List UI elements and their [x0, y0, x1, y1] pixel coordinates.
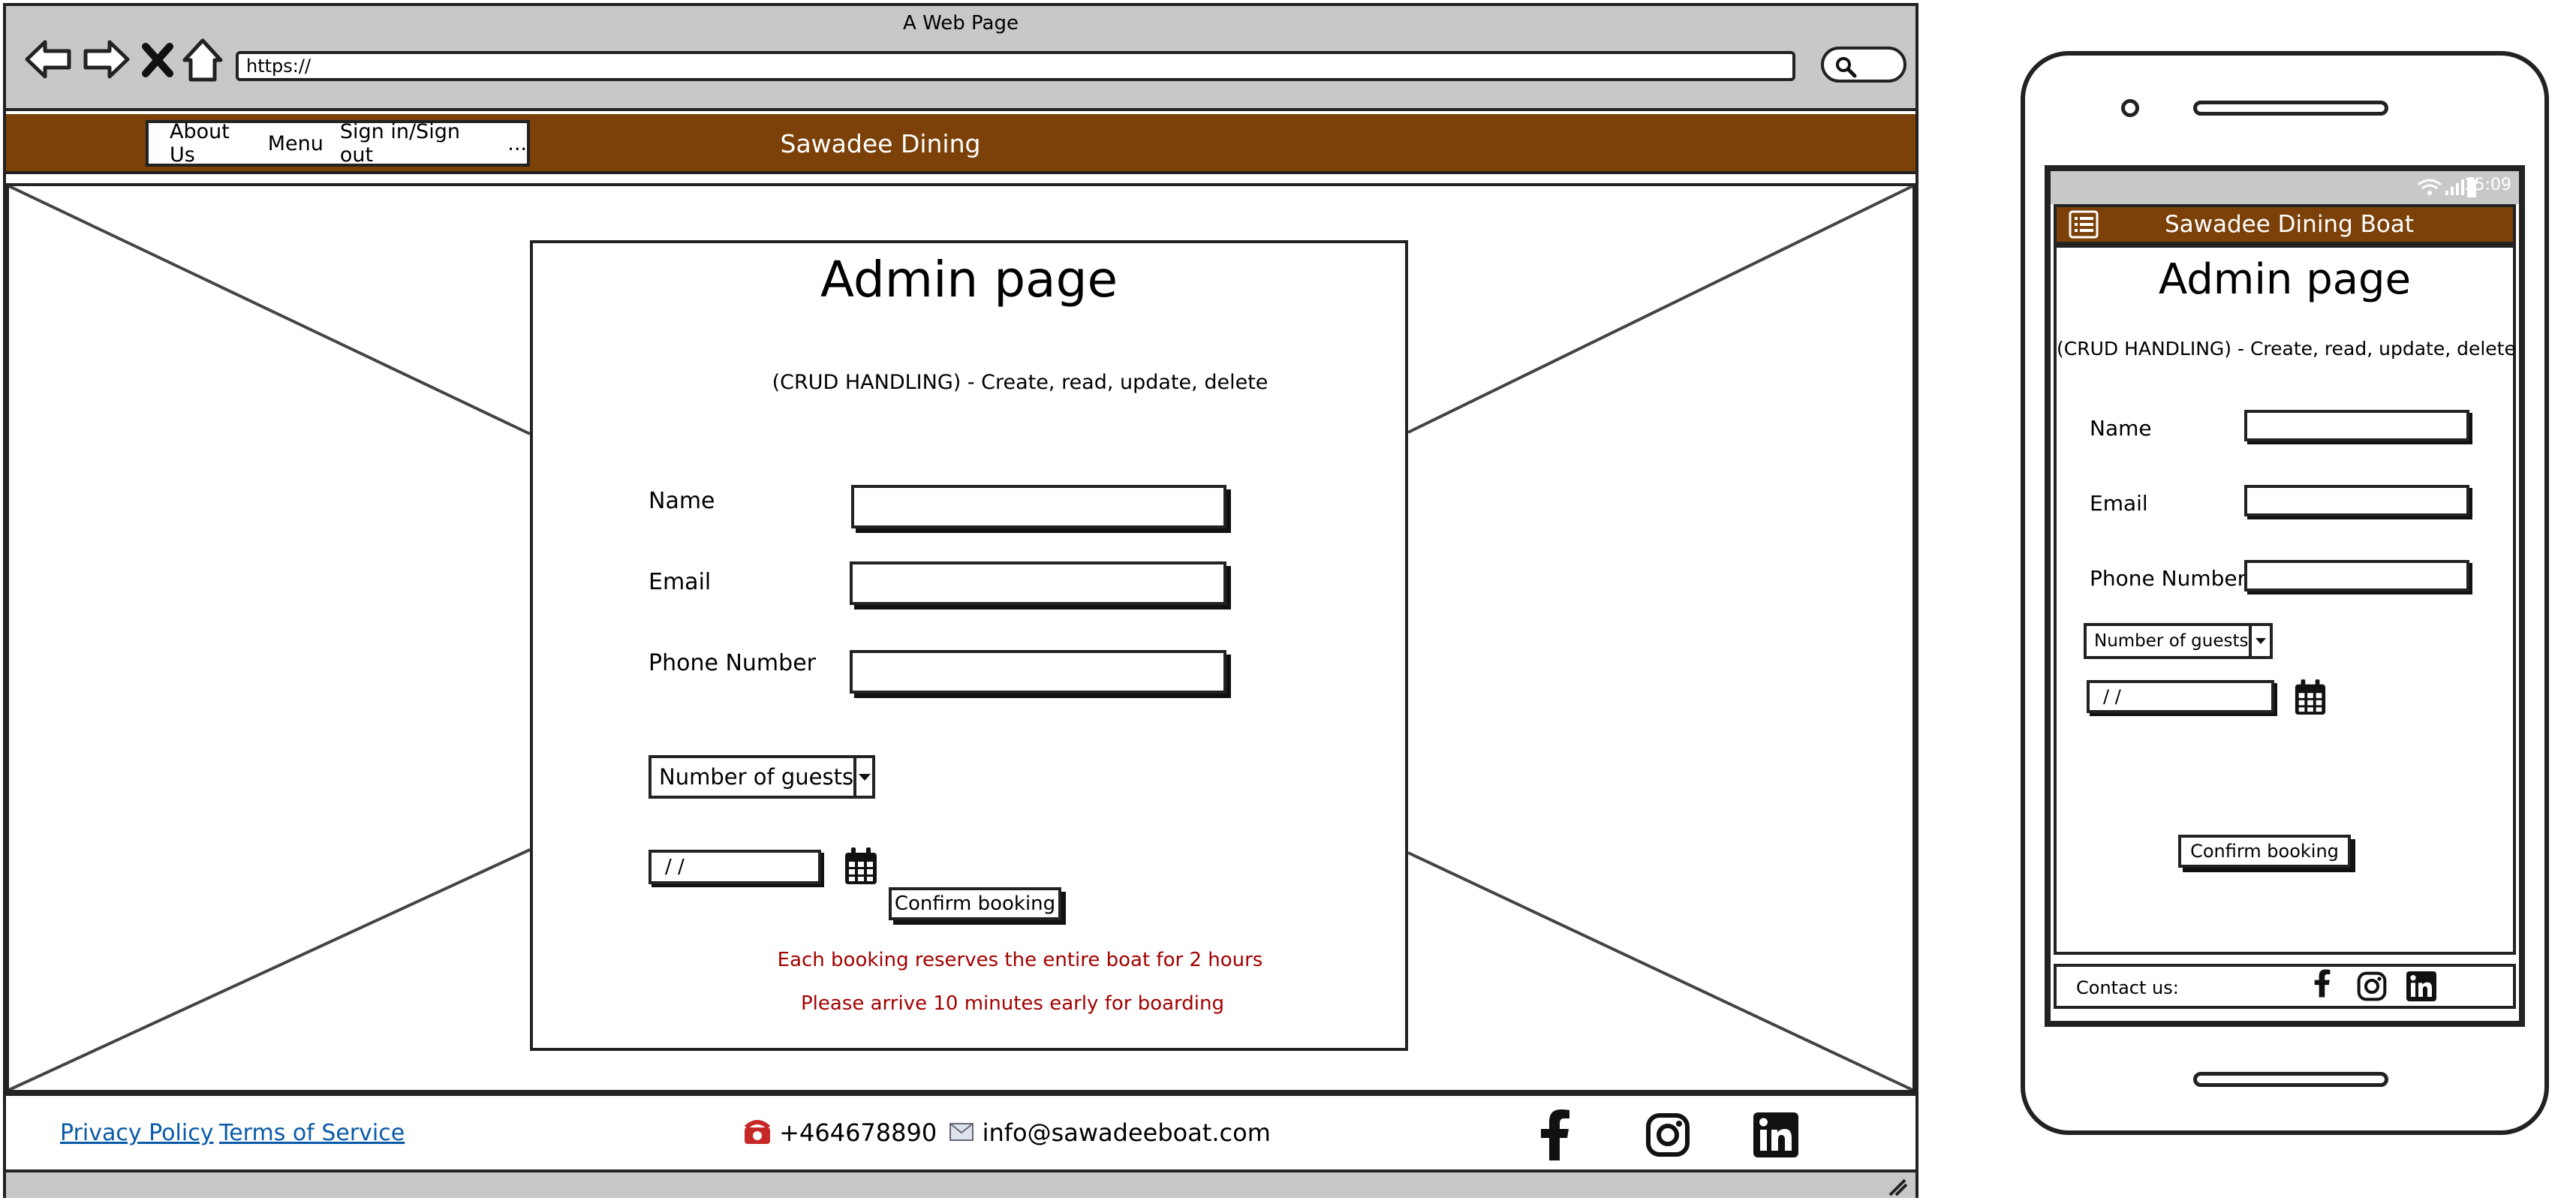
- terms-of-service-link[interactable]: Terms of Service: [219, 1120, 405, 1146]
- mobile-contact-label: Contact us:: [2076, 977, 2179, 998]
- chevron-down-icon: [853, 758, 872, 796]
- phone-speaker: [2193, 101, 2388, 116]
- back-arrow-icon[interactable]: [23, 33, 75, 86]
- mobile-date-field[interactable]: / /: [2087, 680, 2274, 713]
- nav-item-more[interactable]: ...: [507, 132, 527, 155]
- instagram-icon[interactable]: [2357, 971, 2387, 1004]
- footer-contact: +464678890 info@sawadeeboat.com: [743, 1117, 1314, 1151]
- mobile-page-title: Admin page: [2158, 255, 2412, 304]
- confirm-booking-button[interactable]: Confirm booking: [889, 887, 1061, 920]
- mobile-name-field[interactable]: [2244, 410, 2469, 441]
- guests-select-value: Number of guests: [659, 764, 854, 790]
- mobile-guests-select[interactable]: Number of guests: [2084, 623, 2273, 659]
- facebook-icon[interactable]: [2313, 968, 2331, 1001]
- mobile-navbar: Sawadee Dining Boat: [2054, 204, 2516, 245]
- site-navbar: About Us Menu Sign in/Sign out ... Sawad…: [6, 114, 1915, 218]
- nav-menu: About Us Menu Sign in/Sign out ...: [146, 120, 530, 167]
- admin-form-card: Admin page (CRUD HANDLING) - Create, rea…: [530, 240, 1408, 1051]
- nav-item-menu[interactable]: Menu: [268, 132, 324, 155]
- mobile-site-brand[interactable]: Sawadee Dining Boat: [2147, 207, 2432, 242]
- mobile-status-bar: 15:09: [2051, 171, 2519, 204]
- calendar-icon[interactable]: [844, 847, 878, 889]
- browser-statusbar: [6, 1169, 1915, 1198]
- email-field[interactable]: [850, 561, 1226, 605]
- home-icon[interactable]: [179, 33, 231, 86]
- phone-number-label: Phone Number: [649, 650, 816, 676]
- browser-search-button[interactable]: [1821, 47, 1906, 83]
- mobile-email-label: Email: [2090, 491, 2148, 516]
- chevron-down-icon: [2248, 626, 2271, 656]
- search-icon: [1836, 57, 1857, 78]
- booking-note-arrival: Please arrive 10 minutes early for board…: [800, 992, 1224, 1015]
- mobile-phone-number-field[interactable]: [2244, 560, 2469, 591]
- privacy-policy-link[interactable]: Privacy Policy: [60, 1120, 213, 1146]
- telephone-icon: [743, 1117, 772, 1151]
- mobile-footer: Contact us:: [2054, 964, 2516, 1009]
- mobile-email-field[interactable]: [2244, 485, 2469, 516]
- mobile-name-label: Name: [2090, 416, 2152, 441]
- nav-item-sign-in-out[interactable]: Sign in/Sign out: [340, 120, 482, 167]
- instagram-icon[interactable]: [1645, 1112, 1690, 1160]
- nav-item-about-us[interactable]: About Us: [170, 120, 251, 167]
- site-brand[interactable]: Sawadee Dining Boat: [757, 114, 1004, 218]
- browser-titlebar: A Web Page https://: [6, 6, 1915, 111]
- site-footer: Privacy Policy Terms of Service +4646788…: [6, 1093, 1915, 1169]
- email-icon: [949, 1120, 974, 1148]
- footer-phone[interactable]: +464678890: [779, 1118, 937, 1147]
- linkedin-icon[interactable]: [2406, 971, 2436, 1004]
- phone-home-button[interactable]: [2193, 1072, 2388, 1087]
- forward-arrow-icon[interactable]: [80, 33, 132, 86]
- name-label: Name: [649, 488, 715, 514]
- booking-note-duration: Each booking reserves the entire boat fo…: [777, 949, 1263, 971]
- mobile-content: Admin page (CRUD HANDLING) - Create, rea…: [2054, 245, 2516, 955]
- resize-grip-icon[interactable]: [1885, 1175, 1908, 1199]
- signal-icon: [2444, 177, 2465, 200]
- window-title: A Web Page: [903, 12, 1019, 35]
- mobile-page-subtitle: (CRUD HANDLING) - Create, read, update, …: [2057, 338, 2516, 360]
- mobile-confirm-booking-button[interactable]: Confirm booking: [2178, 835, 2351, 868]
- mobile-phone-mockup: 15:09 Sawadee Dining Boat Admin page (CR…: [2021, 51, 2549, 1135]
- phone-screen: 15:09 Sawadee Dining Boat Admin page (CR…: [2045, 165, 2525, 1027]
- calendar-icon[interactable]: [2294, 679, 2327, 719]
- wifi-icon: [2417, 177, 2442, 200]
- url-bar[interactable]: https://: [236, 51, 1795, 81]
- mobile-guests-select-value: Number of guests: [2094, 631, 2249, 651]
- footer-email[interactable]: info@sawadeeboat.com: [983, 1118, 1271, 1147]
- desktop-browser-mockup: A Web Page https:// About Us Menu Sign i…: [3, 3, 1918, 1198]
- main-content: Admin page (CRUD HANDLING) - Create, rea…: [6, 183, 1915, 1093]
- mobile-clock: 15:09: [2463, 176, 2511, 194]
- name-field[interactable]: [851, 485, 1226, 528]
- mobile-phone-number-label: Phone Number: [2090, 566, 2246, 591]
- page-subtitle: (CRUD HANDLING) - Create, read, update, …: [772, 371, 1268, 394]
- date-field[interactable]: / /: [649, 850, 821, 884]
- guests-select[interactable]: Number of guests: [649, 755, 875, 799]
- menu-list-icon[interactable]: [2069, 210, 2099, 242]
- email-label: Email: [649, 569, 712, 595]
- phone-camera: [2121, 99, 2139, 117]
- page-title: Admin page: [820, 251, 1118, 309]
- linkedin-icon[interactable]: [1753, 1112, 1798, 1160]
- facebook-icon[interactable]: [1539, 1109, 1572, 1163]
- phone-number-field[interactable]: [850, 650, 1226, 694]
